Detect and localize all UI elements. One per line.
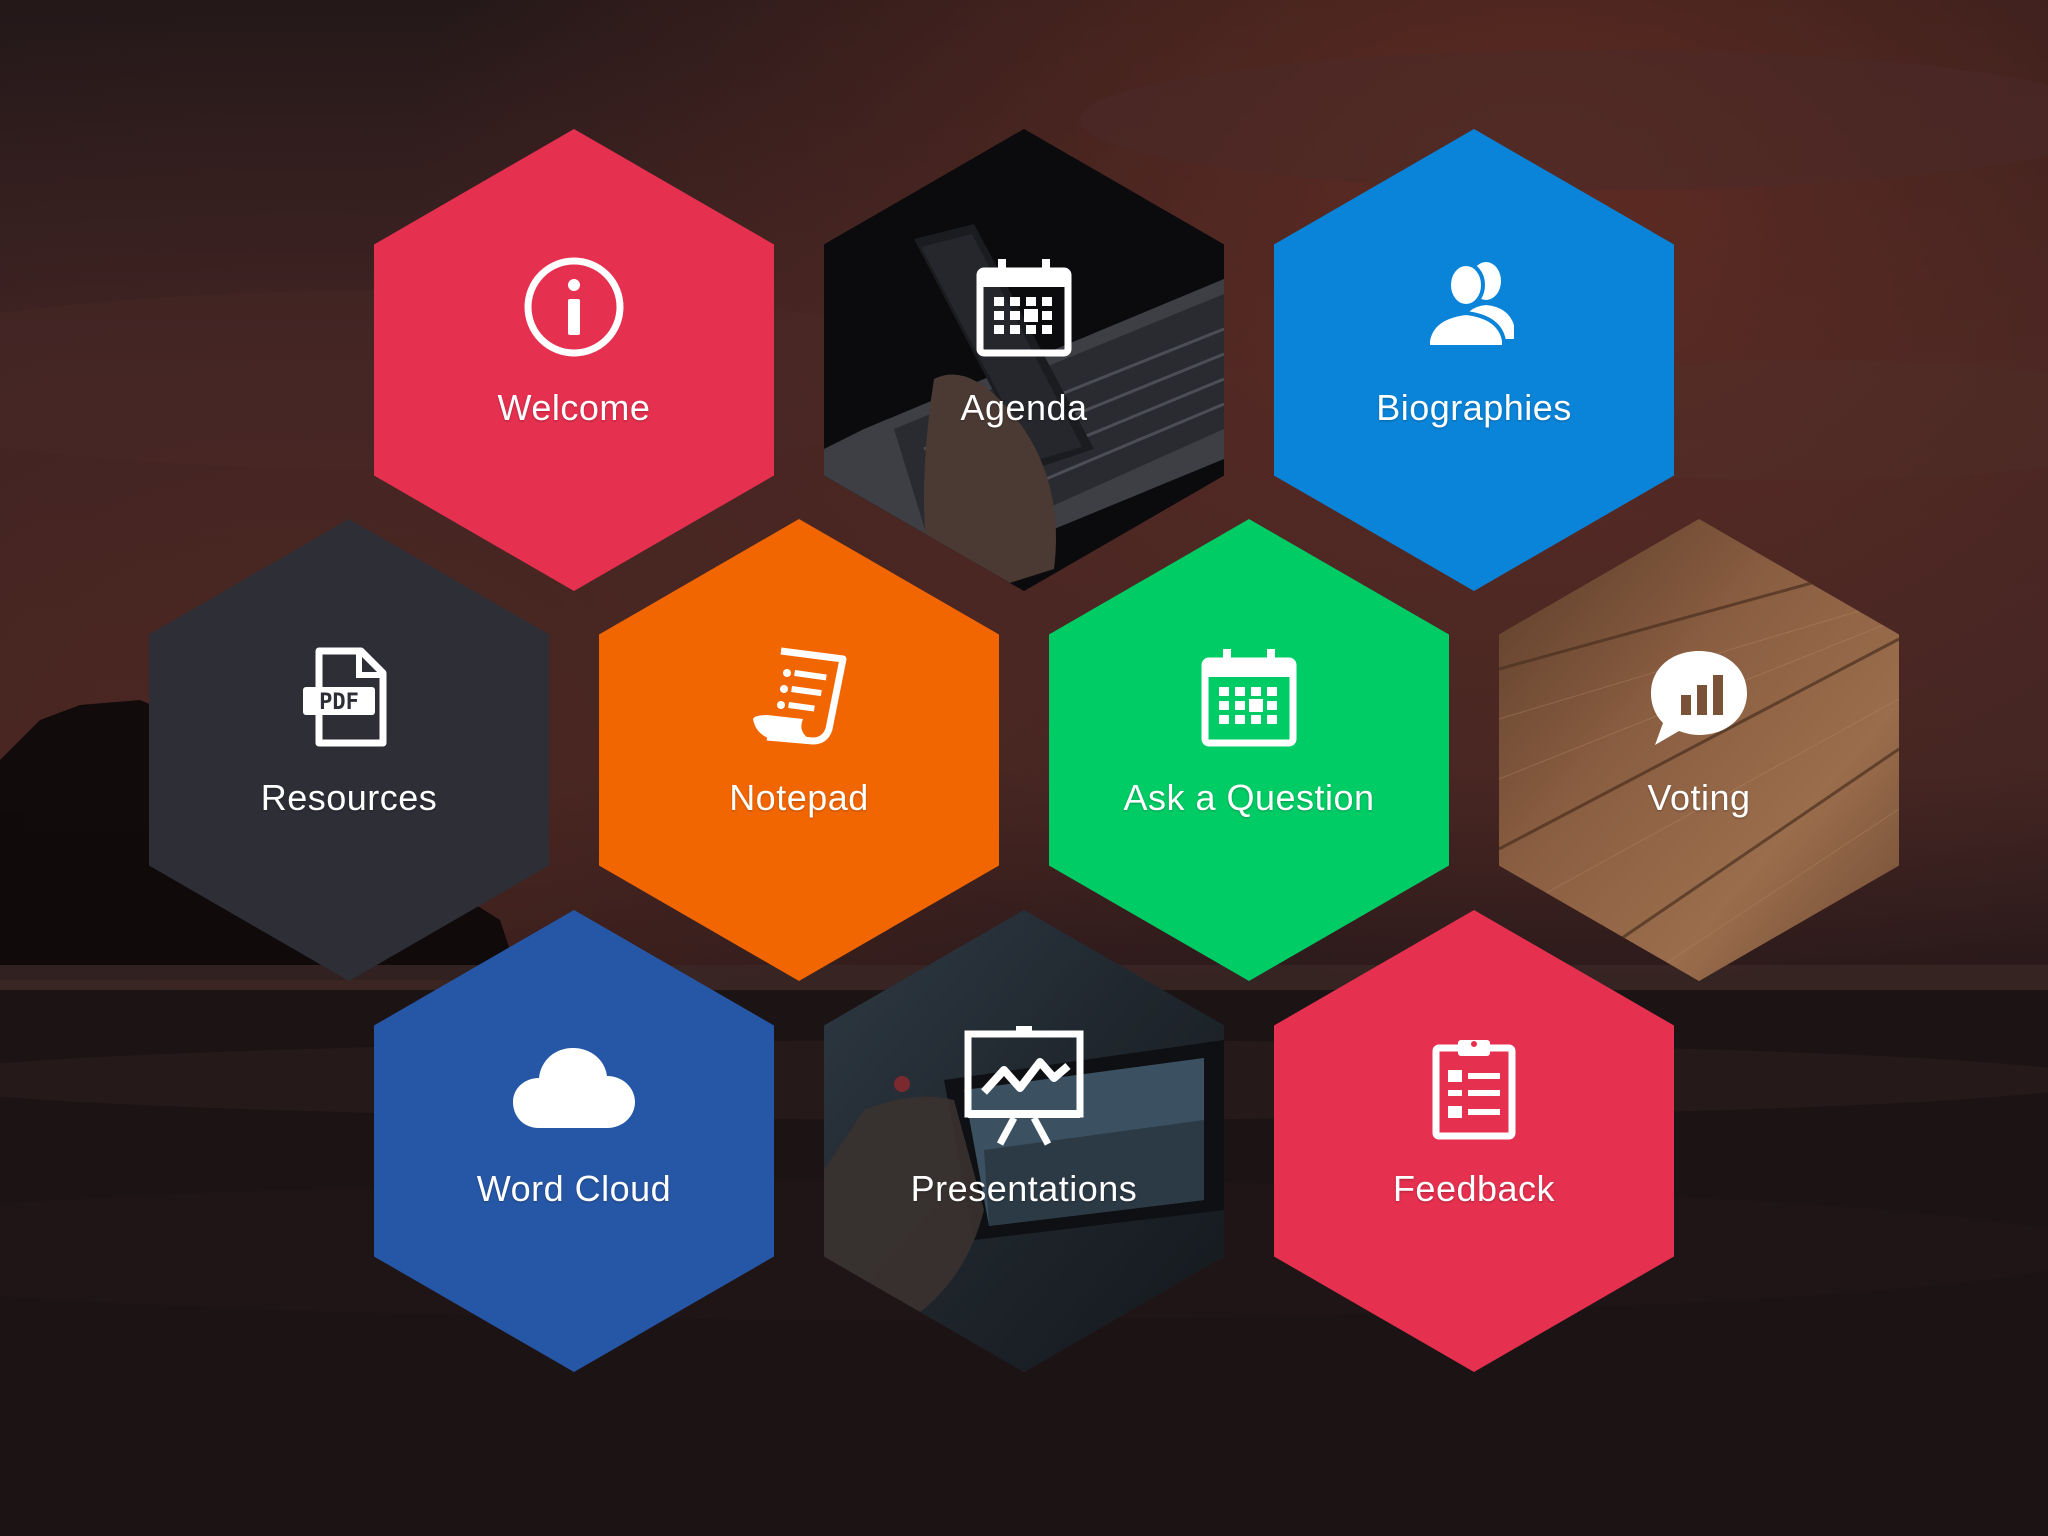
tile-label: Feedback (1392, 1168, 1556, 1209)
calendar-icon (1201, 649, 1297, 747)
calendar-icon (976, 259, 1072, 357)
presentation-icon (964, 1026, 1084, 1146)
pdf-icon: PDF (303, 647, 387, 747)
cloud-icon (513, 1048, 635, 1128)
clipboard-icon (1432, 1040, 1516, 1140)
tile-label: Word Cloud (476, 1168, 672, 1209)
tile-label: Presentations (910, 1168, 1138, 1209)
poll-bubble-icon (1651, 651, 1747, 745)
tile-label: Welcome (497, 387, 651, 428)
notepad-icon (753, 647, 847, 745)
tile-label: Ask a Question (1123, 777, 1375, 818)
info-icon (524, 257, 624, 357)
people-icon (1426, 262, 1514, 349)
tile-label: Voting (1647, 777, 1751, 818)
tile-label: Agenda (960, 387, 1088, 428)
tile-label: Resources (260, 777, 438, 818)
tile-label: Notepad (729, 777, 869, 818)
tile-label: Biographies (1376, 387, 1572, 428)
svg-text:PDF: PDF (319, 690, 359, 715)
